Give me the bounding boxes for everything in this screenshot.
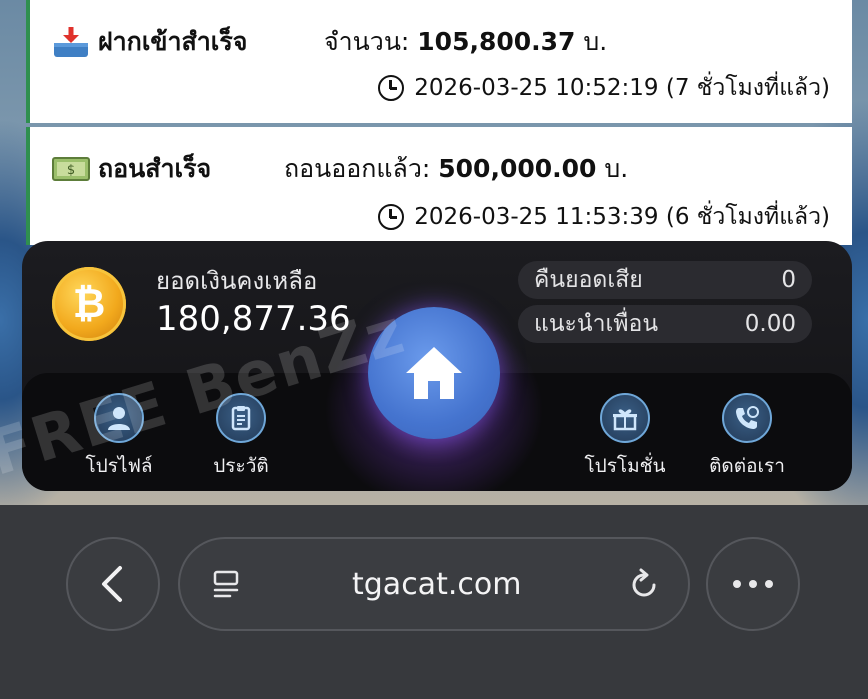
clipboard-icon xyxy=(216,393,266,443)
withdraw-amount-line: ถอนออกแล้ว: 500,000.00 บ. xyxy=(284,149,628,189)
referral-value: 0.00 xyxy=(744,311,796,337)
bitcoin-coin-icon: ₿ xyxy=(52,267,126,341)
deposit-amount: 105,800.37 xyxy=(417,27,576,56)
referral-label: แนะนำเพื่อน xyxy=(534,311,659,337)
menu-history-label: ประวัติ xyxy=(213,455,269,477)
clock-icon xyxy=(378,75,405,101)
withdraw-card: $ ถอนสำเร็จ ถอนออกแล้ว: 500,000.00 บ. 20… xyxy=(26,127,852,245)
menu-profile-label: โปรไฟล์ xyxy=(85,455,153,477)
deposit-card: ฝากเข้าสำเร็จ จำนวน: 105,800.37 บ. 2026-… xyxy=(26,0,852,123)
home-icon xyxy=(406,347,462,399)
cashback-value: 0 xyxy=(781,267,796,293)
gift-promo-icon xyxy=(600,393,650,443)
withdraw-currency: บ. xyxy=(604,154,629,183)
menu-history[interactable]: ประวัติ xyxy=(186,393,296,481)
withdraw-timestamp: 2026-03-25 11:53:39 (6 ชั่วโมงที่แล้ว) xyxy=(378,199,830,235)
balance-value: 180,877.36 xyxy=(156,299,351,339)
reload-icon[interactable] xyxy=(626,567,662,607)
cashback-label: คืนยอดเสีย xyxy=(534,267,643,293)
deposit-datetime: 2026-03-25 10:52:19 xyxy=(414,75,659,101)
browser-toolbar: tgacat.com xyxy=(0,505,868,699)
withdraw-datetime: 2026-03-25 11:53:39 xyxy=(414,204,659,230)
withdraw-amount-label: ถอนออกแล้ว: xyxy=(284,154,431,183)
cash-icon: $ xyxy=(52,152,90,186)
deposit-timestamp: 2026-03-25 10:52:19 (7 ชั่วโมงที่แล้ว) xyxy=(378,70,830,106)
withdraw-title: ถอนสำเร็จ xyxy=(98,154,212,183)
balance-panel: ₿ ยอดเงินคงเหลือ 180,877.36 คืนยอดเสีย 0… xyxy=(22,241,852,491)
cashback-stat[interactable]: คืนยอดเสีย 0 xyxy=(518,261,812,299)
more-dots-icon xyxy=(733,580,773,588)
withdraw-amount: 500,000.00 xyxy=(438,154,597,183)
back-button[interactable] xyxy=(66,537,160,631)
deposit-currency: บ. xyxy=(583,27,608,56)
deposit-amount-label: จำนวน: xyxy=(324,27,410,56)
menu-contact-label: ติดต่อเรา xyxy=(709,455,785,477)
menu-promotion[interactable]: โปรโมชั่น xyxy=(570,393,680,481)
svg-text:$: $ xyxy=(67,163,75,178)
url-text[interactable]: tgacat.com xyxy=(352,567,521,602)
phone-chat-icon xyxy=(722,393,772,443)
deposit-tray-icon xyxy=(52,25,90,59)
home-button[interactable] xyxy=(368,307,500,439)
balance-label: ยอดเงินคงเหลือ xyxy=(156,267,318,295)
address-bar[interactable]: tgacat.com xyxy=(178,537,690,631)
deposit-ago: (7 ชั่วโมงที่แล้ว) xyxy=(665,75,830,101)
menu-promotion-label: โปรโมชั่น xyxy=(584,455,666,477)
user-icon xyxy=(94,393,144,443)
deposit-amount-line: จำนวน: 105,800.37 บ. xyxy=(324,22,607,62)
clock-icon xyxy=(378,204,405,230)
more-options-button[interactable] xyxy=(706,537,800,631)
chevron-left-icon xyxy=(102,566,122,602)
referral-stat[interactable]: แนะนำเพื่อน 0.00 xyxy=(518,305,812,343)
menu-contact[interactable]: ติดต่อเรา xyxy=(692,393,802,481)
menu-profile[interactable]: โปรไฟล์ xyxy=(64,393,174,481)
reader-mode-icon[interactable] xyxy=(212,569,242,607)
deposit-title: ฝากเข้าสำเร็จ xyxy=(98,27,248,56)
withdraw-ago: (6 ชั่วโมงที่แล้ว) xyxy=(665,204,830,230)
